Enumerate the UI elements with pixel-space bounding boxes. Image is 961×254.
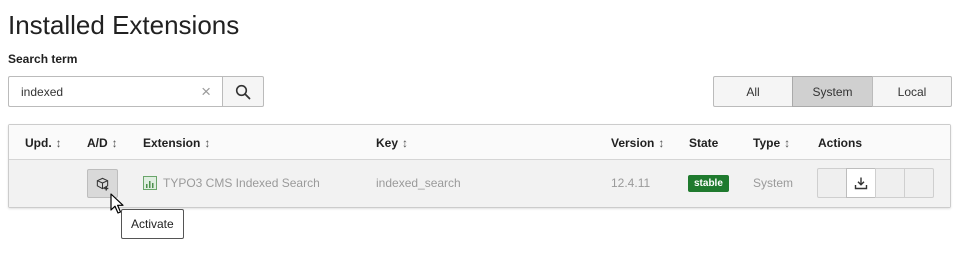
action-button-3[interactable] [875, 168, 905, 198]
search-icon [235, 84, 251, 99]
filter-all-button[interactable]: All [713, 76, 793, 107]
column-header-state: State [689, 136, 719, 150]
extension-version: 12.4.11 [611, 176, 651, 190]
table-row: TYPO3 CMS Indexed Search indexed_search … [9, 160, 950, 207]
column-label-type: Type [753, 136, 781, 150]
extension-title: TYPO3 CMS Indexed Search [163, 176, 320, 190]
action-button-1[interactable] [817, 168, 847, 198]
sort-icon: ↕ [55, 136, 62, 150]
download-icon [854, 177, 868, 190]
activate-tooltip: Activate [121, 209, 184, 239]
box-plus-icon [96, 177, 109, 191]
row-actions [817, 168, 934, 198]
chart-icon [143, 176, 157, 190]
extensions-table: Upd. ↕ A/D ↕ Extension ↕ Key ↕ Version ↕ Stat… [8, 124, 951, 208]
column-label-key: Key [376, 136, 399, 150]
search-input-value[interactable]: indexed [21, 85, 63, 99]
table-header: Upd. ↕ A/D ↕ Extension ↕ Key ↕ Version ↕ Stat… [9, 125, 950, 160]
column-label-ad: A/D [87, 136, 108, 150]
column-label-upd: Upd. [25, 136, 52, 150]
column-label-version: Version [611, 136, 655, 150]
column-header-actions: Actions [818, 136, 863, 150]
sort-icon: ↕ [402, 136, 409, 150]
column-label-extension: Extension [143, 136, 201, 150]
column-header-ad[interactable]: A/D ↕ [87, 136, 118, 150]
download-button[interactable] [846, 168, 876, 198]
sort-icon: ↕ [784, 136, 791, 150]
filter-local-button[interactable]: Local [872, 76, 952, 107]
column-header-key[interactable]: Key ↕ [376, 136, 408, 150]
state-badge: stable [688, 175, 729, 192]
column-header-type[interactable]: Type ↕ [753, 136, 790, 150]
column-header-extension[interactable]: Extension ↕ [143, 136, 210, 150]
filter-toggle-group: All System Local [713, 76, 952, 107]
extension-key: indexed_search [376, 176, 461, 190]
sort-icon: ↕ [111, 136, 118, 150]
search-input[interactable]: indexed × [8, 76, 223, 107]
sort-icon: ↕ [658, 136, 665, 150]
filter-system-button[interactable]: System [792, 76, 873, 107]
page-title: Installed Extensions [8, 10, 240, 40]
sort-icon: ↕ [204, 136, 211, 150]
extension-type: System [753, 176, 794, 190]
search-term-label: Search term [8, 52, 78, 66]
clear-search-icon[interactable]: × [201, 82, 211, 102]
action-button-4[interactable] [904, 168, 934, 198]
column-header-version[interactable]: Version ↕ [611, 136, 664, 150]
search-button[interactable] [222, 76, 264, 107]
column-header-upd[interactable]: Upd. ↕ [25, 136, 62, 150]
